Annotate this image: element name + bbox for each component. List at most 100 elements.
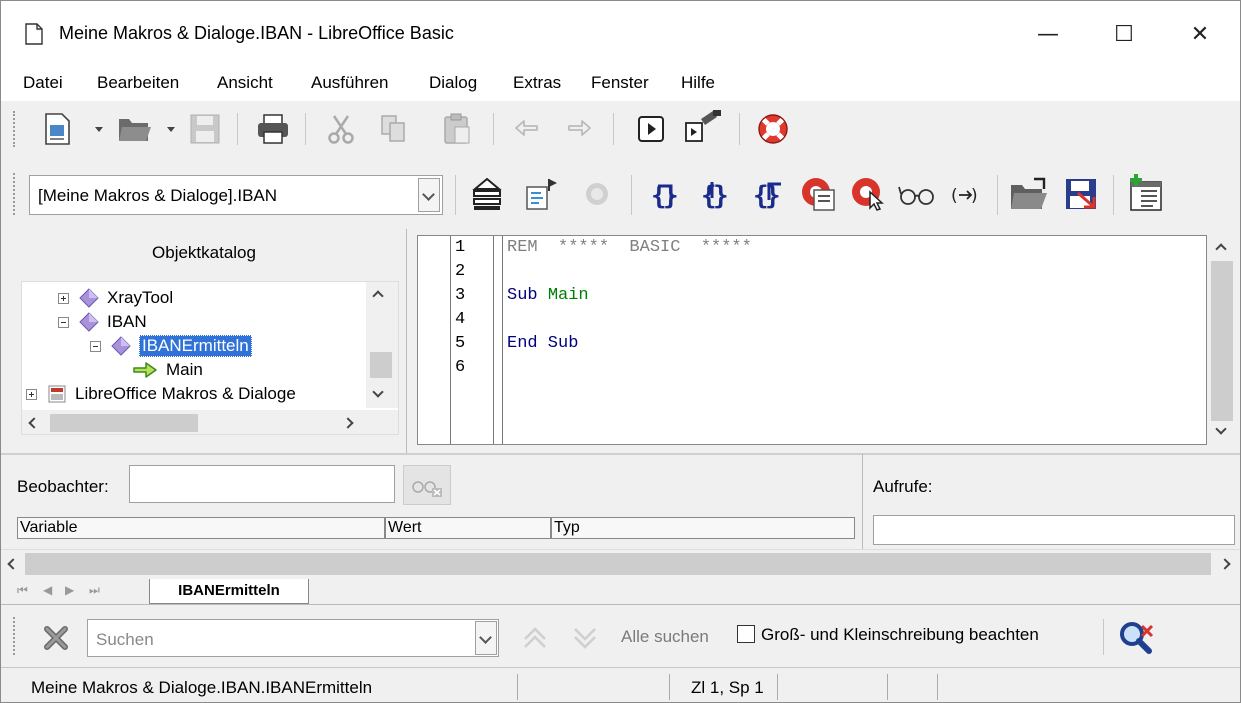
menu-bearbeiten[interactable]: Bearbeiten — [97, 73, 179, 93]
export-basic-icon[interactable] — [1059, 173, 1103, 215]
remove-watch-button[interactable] — [403, 465, 451, 505]
help-lifebuoy-icon[interactable] — [753, 109, 793, 149]
cut-icon[interactable] — [323, 111, 359, 147]
watch-glasses-icon[interactable] — [895, 177, 939, 213]
status-location: Meine Makros & Dialoge.IBAN.IBANErmittel… — [31, 678, 373, 697]
find-previous-icon[interactable] — [517, 621, 553, 655]
step-out-icon[interactable]: {} — [749, 173, 789, 215]
expand-icon[interactable] — [58, 292, 69, 304]
breakpoint-icon[interactable] — [797, 173, 839, 215]
find-replace-icon[interactable] — [1113, 615, 1157, 659]
toolbar-grip[interactable] — [13, 111, 17, 147]
menu-datei[interactable]: Datei — [23, 73, 63, 93]
tree-horizontal-scrollbar[interactable] — [22, 410, 398, 434]
compile-icon[interactable] — [467, 173, 507, 215]
column-header-typ[interactable]: Typ — [551, 517, 855, 539]
library-dropdown-button[interactable] — [418, 178, 440, 212]
collapse-icon[interactable] — [58, 316, 69, 328]
toolbar-separator — [455, 175, 456, 215]
insert-module-icon[interactable] — [1123, 171, 1167, 215]
save-icon[interactable] — [187, 111, 223, 147]
match-case-checkbox[interactable] — [737, 625, 755, 643]
find-all-button[interactable]: Alle suchen — [621, 627, 709, 647]
scroll-right-icon[interactable] — [342, 417, 354, 429]
tree-item-xraytool[interactable]: XrayTool — [58, 287, 173, 309]
scroll-thumb[interactable] — [50, 414, 198, 432]
run-icon[interactable] — [633, 111, 669, 147]
line-number: 3 — [455, 286, 466, 305]
tree-item-label: Main — [166, 360, 203, 379]
collapse-icon[interactable] — [90, 340, 101, 352]
scroll-down-icon[interactable] — [1215, 423, 1227, 435]
menu-extras[interactable]: Extras — [513, 73, 561, 93]
expand-icon[interactable] — [26, 388, 37, 400]
tree-item-libreoffice-macros[interactable]: LibreOffice Makros & Dialoge — [26, 383, 296, 405]
close-button[interactable]: ✕ — [1177, 15, 1223, 55]
calls-list[interactable] — [873, 515, 1235, 545]
redo-icon[interactable] — [561, 111, 597, 147]
column-header-wert[interactable]: Wert — [385, 517, 551, 539]
menu-fenster[interactable]: Fenster — [591, 73, 649, 93]
menu-ansicht[interactable]: Ansicht — [217, 73, 273, 93]
step-into-icon[interactable]: {} — [645, 173, 685, 215]
tree-vertical-scrollbar[interactable] — [366, 282, 398, 408]
import-basic-icon[interactable] — [1007, 173, 1051, 215]
editor-horizontal-scrollbar[interactable] — [1, 549, 1240, 579]
open-folder-icon[interactable] — [115, 111, 155, 147]
code-line: Sub Main — [507, 284, 589, 308]
tree-item-iban[interactable]: IBAN — [58, 311, 147, 333]
copy-icon[interactable] — [375, 111, 411, 147]
first-tab-icon[interactable]: ⏮ — [17, 583, 28, 598]
search-placeholder: Suchen — [96, 630, 154, 649]
scroll-left-icon[interactable] — [28, 417, 40, 429]
search-history-button[interactable] — [475, 621, 497, 655]
comment-token: REM ***** BASIC ***** — [507, 238, 752, 257]
last-tab-icon[interactable]: ⏭ — [89, 583, 100, 598]
tree-item-main[interactable]: Main — [132, 359, 203, 381]
library-selector-value: [Meine Makros & Dialoge].IBAN — [38, 186, 278, 205]
minimize-button[interactable]: — — [1025, 15, 1071, 55]
stop-icon[interactable] — [579, 175, 615, 213]
toolbar-grip[interactable] — [13, 173, 17, 215]
menu-dialog[interactable]: Dialog — [429, 73, 477, 93]
select-macro-icon[interactable] — [681, 107, 725, 149]
scroll-left-icon[interactable] — [7, 558, 19, 570]
menu-hilfe[interactable]: Hilfe — [681, 73, 715, 93]
column-header-variable[interactable]: Variable — [17, 517, 385, 539]
manage-breakpoints-icon[interactable] — [847, 173, 889, 215]
scroll-up-icon[interactable] — [1215, 243, 1227, 255]
search-input[interactable]: Suchen — [87, 619, 499, 657]
menu-ausfuehren[interactable]: Ausführen — [311, 73, 389, 93]
next-tab-icon[interactable]: ▶ — [65, 583, 74, 597]
code-area[interactable]: REM ***** BASIC ***** Sub Main End Sub — [502, 236, 1202, 444]
scroll-up-icon[interactable] — [372, 290, 384, 302]
print-icon[interactable] — [255, 111, 291, 147]
module-tab-bar: ⏮ ◀ ▶ ⏭ IBANErmitteln — [1, 579, 1240, 605]
watch-label: Beobachter: — [17, 477, 109, 496]
new-dropdown-icon[interactable] — [95, 127, 103, 132]
scroll-right-icon[interactable] — [1219, 558, 1231, 570]
close-find-bar-icon[interactable] — [37, 619, 75, 657]
toolbar-grip[interactable] — [13, 617, 17, 655]
previous-tab-icon[interactable]: ◀ — [43, 583, 52, 597]
paste-icon[interactable] — [439, 111, 475, 147]
maximize-button[interactable]: ☐ — [1101, 15, 1147, 55]
scroll-thumb[interactable] — [1211, 261, 1233, 421]
open-dropdown-icon[interactable] — [167, 127, 175, 132]
tab-ibanermitteln[interactable]: IBANErmitteln — [149, 579, 309, 604]
step-over-icon[interactable]: {} — [695, 173, 735, 215]
new-document-icon[interactable] — [39, 111, 75, 147]
tree-item-ibanermitteln[interactable]: IBANErmitteln — [90, 335, 252, 357]
watch-input[interactable] — [129, 465, 395, 503]
object-catalog-icon[interactable]: () — [945, 177, 985, 213]
scroll-thumb[interactable] — [370, 352, 392, 378]
run-basic-icon[interactable] — [521, 173, 561, 215]
undo-icon[interactable] — [509, 111, 545, 147]
editor-vertical-scrollbar[interactable] — [1207, 235, 1237, 445]
scroll-down-icon[interactable] — [372, 386, 384, 398]
scroll-thumb[interactable] — [25, 553, 1211, 575]
object-tree[interactable]: XrayTool IBAN IBANErmitteln Main LibreOf… — [21, 281, 399, 435]
library-selector[interactable]: [Meine Makros & Dialoge].IBAN — [29, 175, 443, 215]
code-editor[interactable]: 1 2 3 4 5 6 REM ***** BASIC ***** Sub Ma… — [417, 235, 1207, 445]
find-next-icon[interactable] — [567, 621, 603, 655]
